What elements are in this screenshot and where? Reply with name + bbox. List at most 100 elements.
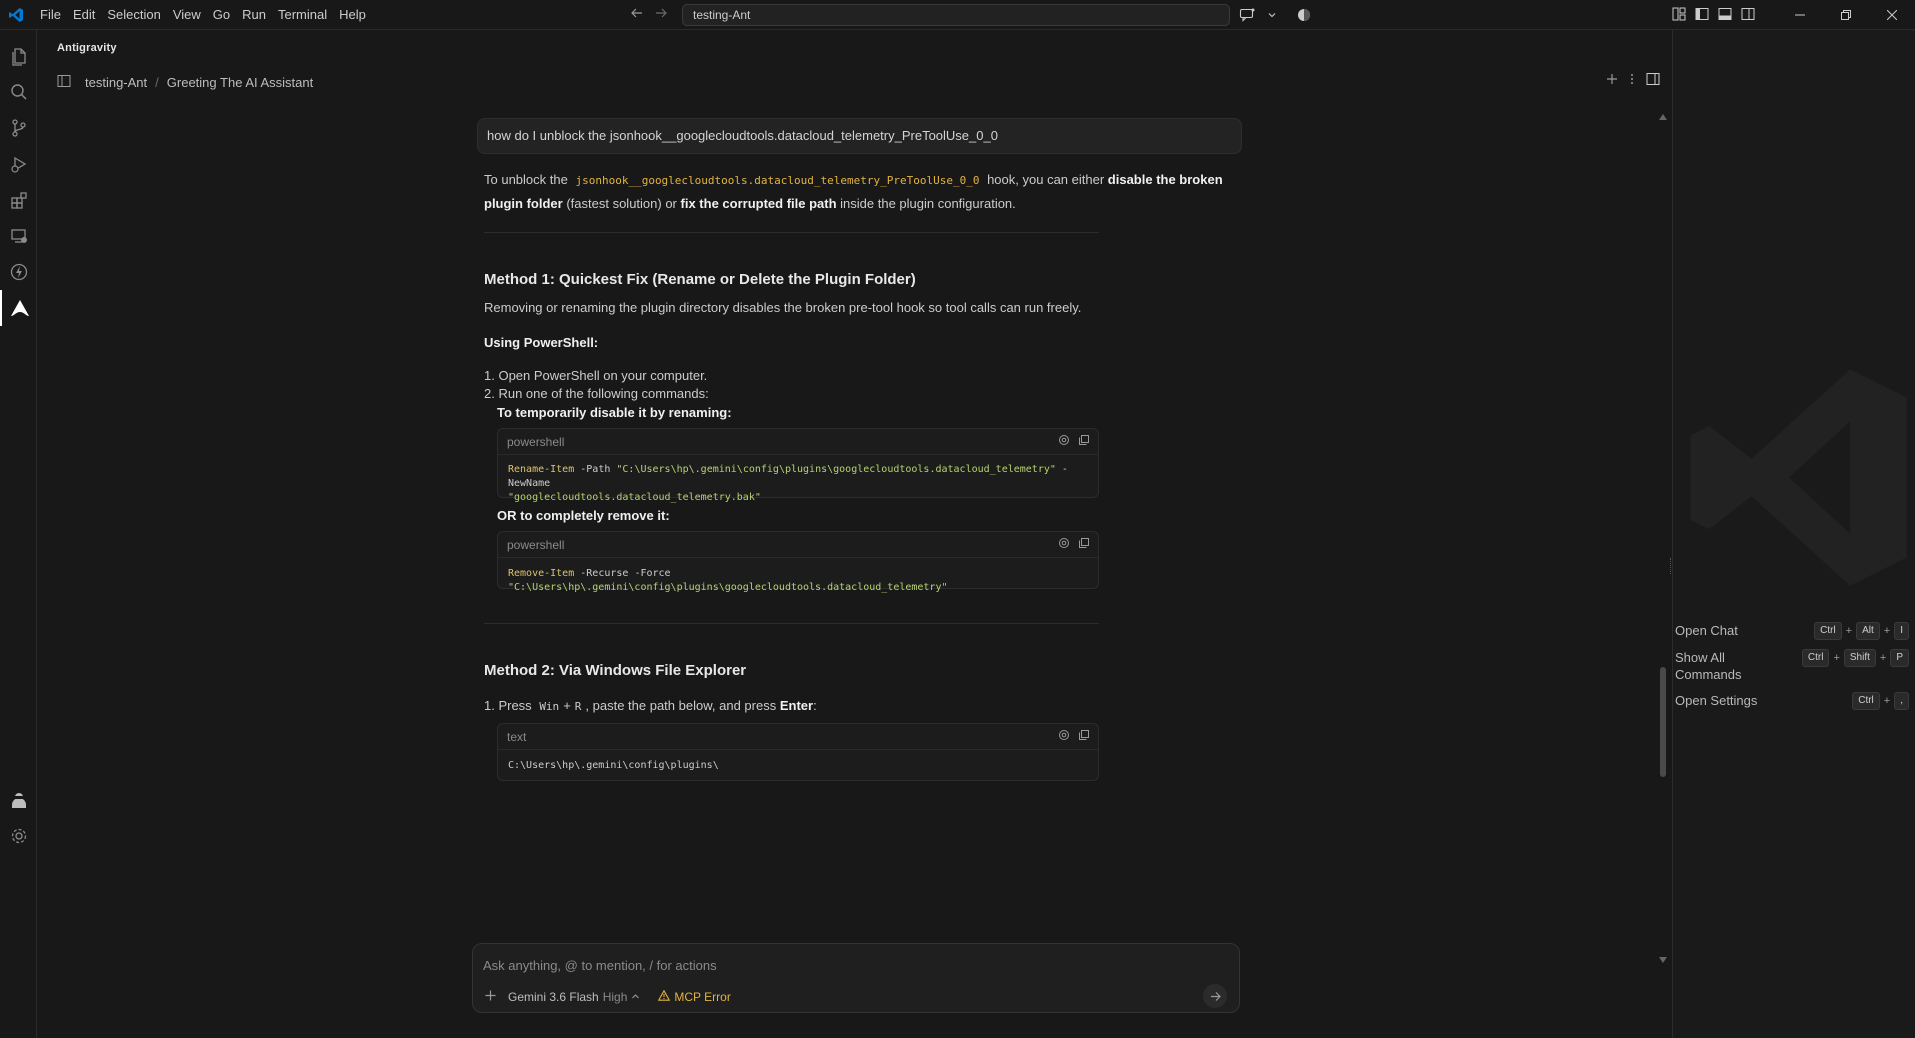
vscode-watermark-icon [1681, 360, 1915, 595]
activity-bar [0, 30, 37, 1038]
menu-go[interactable]: Go [207, 0, 236, 30]
back-arrow-icon[interactable] [630, 6, 644, 25]
copy-icon[interactable] [1078, 729, 1090, 744]
breadcrumb: testing-Ant / Greeting The AI Assistant [57, 72, 313, 92]
key-plus: + [1833, 652, 1840, 664]
toggle-sidebar-right-icon[interactable] [1646, 72, 1660, 89]
mention-icon[interactable] [1058, 729, 1070, 744]
minimize-icon[interactable] [1777, 0, 1823, 30]
key-win: Win [539, 700, 560, 713]
shortcut-label: Open Chat [1675, 623, 1738, 638]
model-selector[interactable]: Gemini 3.6 Flash High [508, 990, 640, 1004]
input-toolbar: Gemini 3.6 Flash High MCP Error [485, 984, 1227, 1008]
key-plus: + [1845, 625, 1853, 637]
key-plus: + [1883, 625, 1891, 637]
menu-run[interactable]: Run [236, 0, 272, 30]
method1-heading: Method 1: Quickest Fix (Rename or Delete… [484, 271, 916, 288]
explorer-icon[interactable] [0, 38, 37, 74]
add-context-plus-icon[interactable] [485, 990, 496, 1004]
menu-file[interactable]: File [34, 0, 67, 30]
shortcut-label: Show All Commands [1675, 650, 1742, 682]
code-body[interactable]: Remove-Item -Recurse -Force "C:\Users\hp… [498, 558, 1098, 603]
key-plus: + [1879, 652, 1887, 664]
chat-icon[interactable] [1236, 5, 1258, 25]
code-body[interactable]: C:\Users\hp\.gemini\config\plugins\ [498, 750, 1098, 781]
command-center[interactable]: testing-Ant [682, 4, 1230, 26]
model-name: Gemini 3.6 Flash [508, 990, 599, 1004]
menu-view[interactable]: View [167, 0, 207, 30]
model-mode: High [602, 990, 628, 1004]
close-icon[interactable] [1869, 0, 1915, 30]
divider [484, 232, 1099, 233]
send-button[interactable] [1203, 984, 1227, 1008]
key: Ctrl [1852, 692, 1880, 710]
search-icon[interactable] [0, 74, 37, 110]
sub-heading-rename: To temporarily disable it by renaming: [497, 405, 732, 420]
breadcrumb-conversation[interactable]: Greeting The AI Assistant [167, 75, 313, 90]
secondary-sidebar: Open Chat Ctrl + Alt + I Show All Commands… [1670, 30, 1915, 1038]
code-param: -Recurse -Force [574, 568, 677, 579]
title-extras [1236, 5, 1314, 25]
forward-arrow-icon[interactable] [654, 6, 668, 25]
shortcut-open-chat[interactable]: Open Chat Ctrl + Alt + I [1675, 622, 1909, 640]
chevron-down-icon[interactable] [1264, 5, 1280, 25]
code-lang: text [498, 724, 1098, 750]
toggle-sidebar-icon[interactable] [57, 74, 71, 91]
sash-handle[interactable] [1670, 558, 1672, 574]
chat-scrollbar[interactable] [1656, 100, 1670, 970]
restore-icon[interactable] [1823, 0, 1869, 30]
mcp-status[interactable]: MCP Error [658, 989, 731, 1004]
shortcut-open-settings[interactable]: Open Settings Ctrl + , [1675, 692, 1909, 710]
intro-bold: fix the corrupted file path [680, 196, 837, 211]
key: Shift [1843, 649, 1876, 667]
using-powershell-label: Using PowerShell: [484, 335, 599, 350]
remote-explorer-icon[interactable] [0, 218, 37, 254]
warning-icon [658, 989, 671, 1004]
intro-text: inside the plugin configuration. [840, 196, 1016, 211]
agent-panel: Antigravity testing-Ant / Greeting The A… [37, 30, 1670, 1038]
code-command: Rename-Item [508, 464, 575, 475]
mention-icon[interactable] [1058, 537, 1070, 552]
shortcut-keys: Ctrl + Alt + I [1814, 622, 1909, 640]
lightning-icon[interactable] [0, 254, 37, 290]
run-debug-icon[interactable] [0, 146, 37, 182]
code-command: Remove-Item [508, 568, 575, 579]
code-body[interactable]: Rename-Item -Path "C:\Users\hp\.gemini\c… [498, 455, 1098, 513]
shortcut-show-commands[interactable]: Show All Commands Ctrl + Shift + P [1675, 649, 1909, 683]
customize-layout-icon[interactable] [1672, 7, 1686, 24]
shortcut-hints: Open Chat Ctrl + Alt + I Show All Commands… [1675, 622, 1909, 719]
user-message[interactable]: how do I unblock the jsonhook__googleclo… [477, 118, 1242, 154]
antigravity-icon[interactable] [0, 290, 37, 326]
extensions-icon[interactable] [0, 182, 37, 218]
key: Ctrl [1801, 649, 1830, 667]
breadcrumb-workspace[interactable]: testing-Ant [85, 75, 147, 90]
accounts-icon[interactable] [1294, 5, 1314, 25]
code-actions [1058, 537, 1090, 552]
menu-help[interactable]: Help [333, 0, 372, 30]
mention-icon[interactable] [1058, 434, 1070, 449]
source-control-icon[interactable] [0, 110, 37, 146]
more-actions-icon[interactable] [1630, 73, 1634, 88]
copy-icon[interactable] [1078, 537, 1090, 552]
toggle-panel-icon[interactable] [1718, 7, 1732, 24]
key-r: R [574, 700, 582, 713]
toggle-primary-sidebar-icon[interactable] [1695, 7, 1709, 24]
menu-edit[interactable]: Edit [67, 0, 101, 30]
key: Alt [1856, 622, 1880, 640]
sub-heading-remove: OR to completely remove it: [497, 508, 670, 523]
scroll-thumb[interactable] [1660, 667, 1666, 777]
step-text: 1. Press [484, 698, 532, 713]
key: I [1894, 622, 1909, 640]
settings-gear-icon[interactable] [0, 818, 37, 854]
copy-icon[interactable] [1078, 434, 1090, 449]
nav-arrows [630, 0, 668, 30]
window: File Edit Selection View Go Run Terminal… [0, 0, 1915, 1038]
menu-terminal[interactable]: Terminal [272, 0, 333, 30]
menu-selection[interactable]: Selection [101, 0, 166, 30]
account-icon[interactable] [0, 782, 37, 818]
key-plus: + [563, 698, 571, 713]
inline-code: jsonhook__googlecloudtools.datacloud_tel… [575, 174, 980, 187]
toggle-secondary-sidebar-icon[interactable] [1741, 7, 1755, 24]
chat-input[interactable] [483, 954, 1223, 976]
new-chat-plus-icon[interactable] [1606, 73, 1618, 88]
